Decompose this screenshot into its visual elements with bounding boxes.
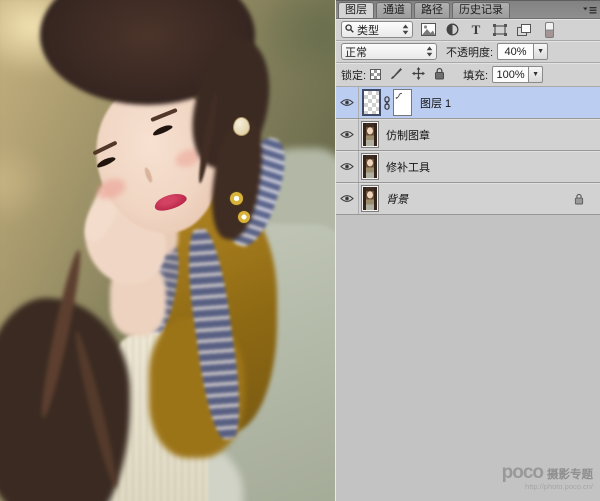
layer-row-layer-1[interactable]: 图层 1 — [336, 87, 600, 119]
lock-position-move-icon[interactable] — [412, 66, 426, 83]
visibility-eye-icon[interactable] — [336, 151, 359, 182]
visibility-eye-icon[interactable] — [336, 119, 359, 150]
fill-value[interactable]: 100% — [492, 66, 530, 83]
filter-row: 类型 T — [336, 19, 600, 41]
filter-kind-label: 类型 — [357, 24, 379, 37]
layer-thumbnail-photo[interactable] — [361, 121, 379, 148]
layer-name[interactable]: 背景 — [386, 191, 408, 207]
photo-brooch — [238, 211, 250, 223]
layer-name[interactable]: 仿制图章 — [386, 127, 430, 143]
tab-layers[interactable]: 图层 — [338, 2, 374, 18]
background-lock-icon — [574, 193, 584, 205]
poco-url: http://photo.poco.cn/ — [525, 481, 593, 491]
poco-brand: poco — [501, 461, 544, 483]
panel-menu-icon[interactable] — [583, 6, 597, 15]
panel-tab-bar: 图层 通道 路径 历史记录 — [336, 0, 600, 19]
layer-name[interactable]: 修补工具 — [386, 159, 430, 175]
fill-dropdown-arrow[interactable]: ▼ — [529, 66, 544, 83]
blend-row: 正常 不透明度: 40% ▼ — [336, 41, 600, 63]
filter-type-layers-icon[interactable]: T — [467, 22, 485, 38]
visibility-eye-icon[interactable] — [336, 87, 359, 118]
lock-label: 锁定: — [341, 69, 367, 82]
poco-watermark: poco 摄影专题 http://photo.poco.cn/ — [502, 463, 593, 491]
opacity-label: 不透明度: — [446, 46, 494, 59]
portrait-photo — [0, 0, 335, 501]
poco-title: 摄影专题 — [547, 468, 593, 481]
filter-pixel-layers-icon[interactable] — [419, 22, 437, 38]
search-icon — [345, 23, 354, 36]
photo-brooch — [230, 192, 243, 205]
lock-transparent-pixels-icon[interactable] — [370, 69, 382, 80]
filter-adjustment-layers-icon[interactable] — [443, 22, 461, 38]
tab-channels[interactable]: 通道 — [376, 2, 412, 18]
lock-all-padlock-icon[interactable] — [434, 67, 445, 83]
layer-row-background[interactable]: 背景 — [336, 183, 600, 215]
blend-mode-value: 正常 — [345, 46, 367, 59]
updown-arrows-icon — [402, 24, 409, 35]
blend-mode-dropdown[interactable]: 正常 — [341, 43, 437, 60]
layers-panel: 图层 通道 路径 历史记录 类型 T 正常 不透明度: 40% ▼ 锁定: 填充… — [335, 0, 600, 501]
lock-image-pixels-brush-icon[interactable] — [390, 67, 403, 83]
layer-thumbnail-photo[interactable] — [361, 153, 379, 180]
filter-kind-dropdown[interactable]: 类型 — [341, 21, 413, 38]
visibility-eye-icon[interactable] — [336, 183, 359, 214]
tab-paths[interactable]: 路径 — [414, 2, 450, 18]
layer-row-patch-tool[interactable]: 修补工具 — [336, 151, 600, 183]
updown-arrows-icon — [426, 46, 433, 57]
layer-thumbnail-transparent[interactable] — [362, 89, 381, 116]
photoshop-layers-panel-screenshot: 图层 通道 路径 历史记录 类型 T 正常 不透明度: 40% ▼ 锁定: 填充… — [0, 0, 600, 501]
filter-shape-layers-icon[interactable] — [491, 22, 509, 38]
layer-name[interactable]: 图层 1 — [420, 95, 451, 111]
layer-thumbnail-photo[interactable] — [361, 185, 379, 212]
layer-row-clone-stamp[interactable]: 仿制图章 — [336, 119, 600, 151]
tab-history[interactable]: 历史记录 — [452, 2, 510, 18]
layer-mask-thumbnail[interactable] — [393, 89, 412, 116]
lock-row: 锁定: 填充: 100% ▼ — [336, 63, 600, 87]
opacity-dropdown-arrow[interactable]: ▼ — [534, 43, 549, 60]
photo-earring — [233, 117, 250, 136]
layer-list: 图层 1 仿制图章 修补工具 背景 — [336, 87, 600, 215]
opacity-value[interactable]: 40% — [497, 43, 535, 60]
panel-empty-area: poco 摄影专题 http://photo.poco.cn/ — [336, 215, 600, 501]
fill-label: 填充: — [463, 69, 489, 82]
filtering-toggle-switch[interactable] — [545, 21, 554, 38]
layer-controls: 类型 T 正常 不透明度: 40% ▼ 锁定: 填充: 100% ▼ — [336, 19, 600, 87]
filter-smart-objects-icon[interactable] — [515, 22, 533, 38]
link-chain-icon — [383, 95, 391, 110]
